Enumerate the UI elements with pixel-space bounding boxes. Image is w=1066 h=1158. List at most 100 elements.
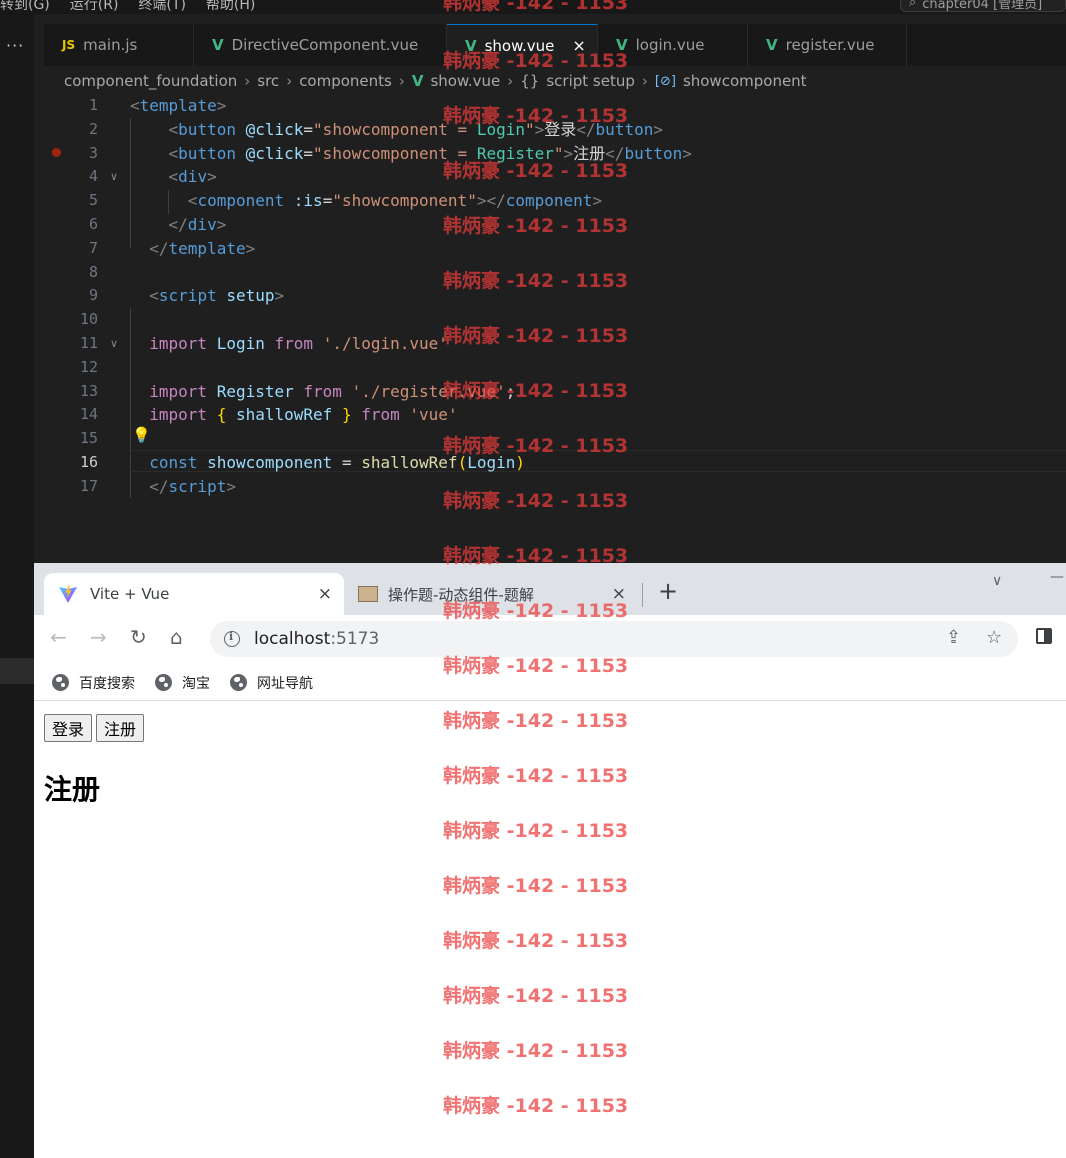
menu-item-help[interactable]: 帮助(H)	[206, 0, 255, 14]
new-tab-button[interactable]: +	[658, 579, 678, 603]
line-number: 10	[79, 310, 98, 329]
breadcrumb-item[interactable]: components	[299, 72, 392, 90]
code-token: }	[341, 405, 352, 425]
vue-icon: V	[212, 36, 224, 54]
url-text[interactable]: localhost:5173	[254, 629, 379, 649]
browser-tab-title: 操作题-动态组件-题解	[388, 585, 534, 604]
code-token: </	[605, 143, 625, 163]
code-token: const	[149, 453, 198, 472]
code-token: Register	[476, 143, 554, 163]
site-info-icon[interactable]	[224, 630, 240, 647]
code-token: <	[168, 119, 179, 139]
register-button[interactable]: 注册	[96, 714, 145, 742]
close-icon[interactable]: ×	[612, 584, 626, 604]
line-number: 8	[88, 262, 98, 281]
line-number: 5	[88, 191, 98, 210]
breadcrumb-item[interactable]: showcomponent	[683, 72, 807, 90]
code-token: Login	[216, 334, 265, 353]
share-icon[interactable]: ⇪	[946, 627, 961, 648]
home-icon[interactable]: ⌂	[170, 627, 183, 647]
code-token: from	[274, 334, 314, 353]
code-token: (	[457, 453, 468, 472]
command-center[interactable]: ⌕ chapter04 [管理员]	[900, 0, 1066, 12]
back-arrow-icon[interactable]: ←	[50, 627, 67, 647]
breadcrumb-item[interactable]: component_foundation	[64, 72, 237, 90]
variable-symbol-icon: [⊘]	[654, 73, 676, 89]
code-line: <button @click="showcomponent = Register…	[130, 142, 692, 166]
line-number: 11	[79, 334, 98, 352]
close-icon[interactable]: ×	[572, 36, 585, 55]
tab-directive-component[interactable]: V DirectiveComponent.vue	[194, 24, 447, 66]
code-token: =	[341, 453, 352, 472]
chevron-down-icon[interactable]: ∨	[110, 337, 118, 350]
code-line: <template>	[130, 94, 226, 118]
line-number: 13	[79, 381, 98, 400]
minimize-icon[interactable]: —	[1050, 569, 1064, 585]
tab-show-vue[interactable]: V show.vue ×	[447, 24, 598, 66]
code-token: :is	[293, 191, 323, 211]
tab-main-js[interactable]: JS main.js	[44, 24, 194, 66]
code-token: >	[563, 143, 574, 163]
code-token: @click	[245, 143, 304, 163]
code-token: >	[216, 96, 227, 115]
more-actions-icon[interactable]: ···	[6, 36, 24, 55]
login-button[interactable]: 登录	[44, 714, 93, 742]
reload-icon[interactable]: ↻	[130, 627, 147, 647]
watermark-text: 韩炳豪 -142 - 1153	[443, 490, 629, 512]
code-token: Register	[216, 381, 294, 401]
breadcrumb-item[interactable]: show.vue	[430, 72, 500, 90]
tab-register-vue[interactable]: V register.vue	[748, 24, 907, 66]
tab-label: main.js	[83, 36, 138, 54]
bookmark-baidu[interactable]: 百度搜索	[52, 673, 135, 693]
menu-item-goto[interactable]: 转到(G)	[0, 0, 50, 14]
menu-bar: 转到(G) 运行(R) 终端(T) 帮助(H) ⌕ chapter04 [管理员…	[0, 0, 1066, 14]
code-token: <	[149, 286, 159, 306]
code-token: <	[187, 191, 198, 211]
forward-arrow-icon[interactable]: →	[90, 627, 107, 647]
browser-tab-vite[interactable]: Vite + Vue ×	[44, 573, 344, 615]
globe-icon	[230, 674, 247, 691]
breadcrumb-item[interactable]: src	[257, 72, 279, 90]
tab-label: DirectiveComponent.vue	[231, 36, 419, 54]
bookmark-taobao[interactable]: 淘宝	[155, 673, 210, 693]
code-line: <button @click="showcomponent = Login">登…	[130, 118, 663, 142]
code-token: div	[178, 167, 208, 187]
breadcrumb-item[interactable]: script setup	[546, 72, 635, 90]
tab-search-chevron-icon[interactable]: ∨	[992, 573, 1002, 589]
activity-highlight	[0, 658, 34, 684]
code-token: div	[187, 215, 217, 234]
menu-item-terminal[interactable]: 终端(T)	[138, 0, 185, 14]
code-token: template	[168, 238, 246, 258]
browser-tab-solution[interactable]: 操作题-动态组件-题解 ×	[346, 573, 638, 615]
tab-login-vue[interactable]: V login.vue	[598, 24, 748, 66]
code-token: "	[553, 143, 564, 163]
address-bar[interactable]: localhost:5173 ⇪ ☆	[210, 621, 1018, 657]
bookmark-label: 百度搜索	[79, 675, 135, 692]
code-token: 注册	[573, 143, 606, 163]
code-token: >	[216, 215, 227, 234]
close-icon[interactable]: ×	[318, 584, 332, 604]
code-token: button	[624, 143, 683, 163]
code-token: shallowRef	[235, 405, 333, 425]
line-number: 7	[88, 238, 98, 257]
line-number: 3	[88, 143, 98, 162]
code-token: </	[168, 215, 188, 234]
lightbulb-icon[interactable]: 💡	[132, 426, 151, 444]
bookmark-navigation[interactable]: 网址导航	[230, 673, 313, 693]
code-token: component	[505, 191, 593, 211]
code-token: =	[303, 119, 314, 139]
chevron-down-icon[interactable]: ∨	[110, 170, 118, 183]
side-panel-icon[interactable]	[1036, 628, 1052, 644]
code-token: import	[149, 334, 208, 353]
star-icon[interactable]: ☆	[986, 627, 1002, 648]
menu-item-run[interactable]: 运行(R)	[70, 0, 119, 14]
